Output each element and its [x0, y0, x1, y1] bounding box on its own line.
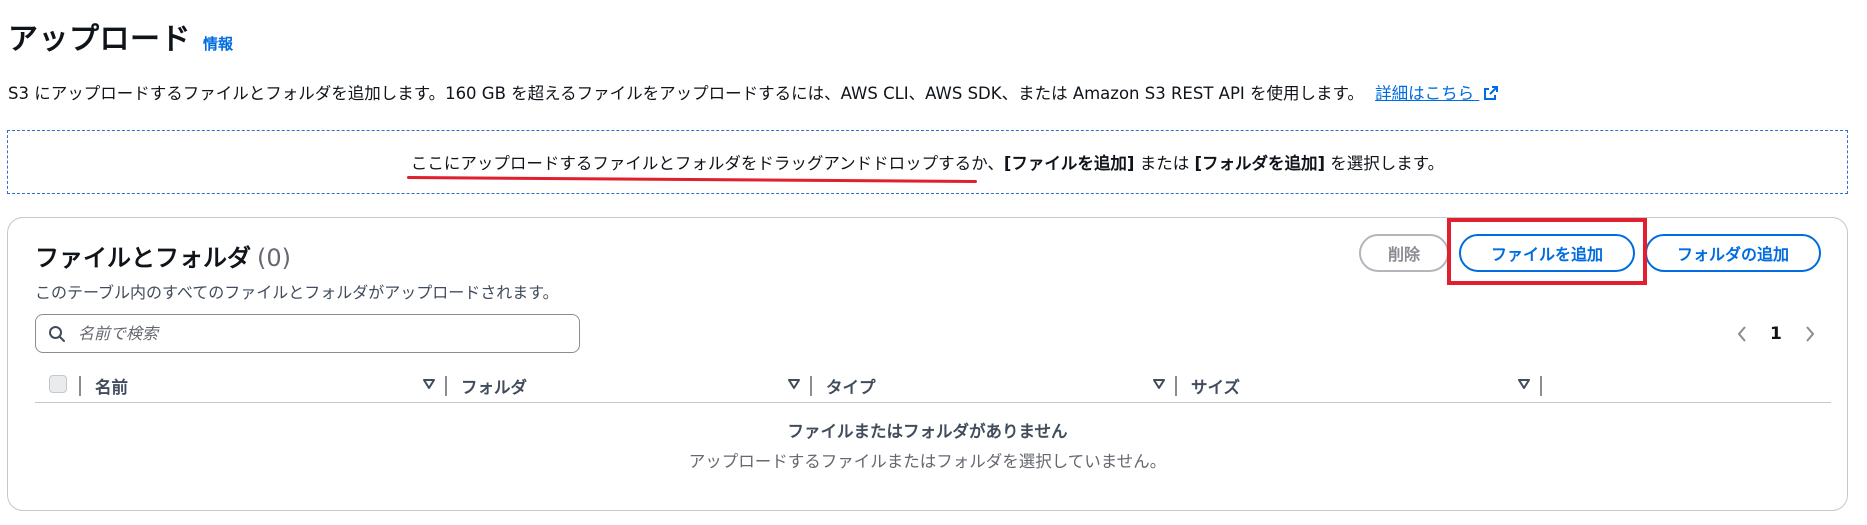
drop-zone-text-2: または — [1134, 154, 1195, 173]
panel-description: このテーブル内のすべてのファイルとフォルダがアップロードされます。 — [35, 283, 559, 302]
files-and-folders-panel: ファイルとフォルダ (0) このテーブル内のすべてのファイルとフォルダがアップロー… — [7, 217, 1848, 511]
search-input[interactable] — [76, 323, 560, 344]
external-link-icon — [1484, 86, 1499, 100]
page-header: アップロード 情報 — [8, 14, 233, 58]
sort-caret-icon[interactable] — [1517, 377, 1531, 391]
search-box[interactable] — [35, 314, 580, 353]
page-description: S3 にアップロードするファイルとフォルダを追加します。160 GB を超えるフ… — [8, 80, 1499, 104]
learn-more-label: 詳細はこちら — [1375, 84, 1475, 103]
description-text: S3 にアップロードするファイルとフォルダを追加します。160 GB を超えるフ… — [8, 84, 1364, 103]
column-header-type[interactable]: タイプ — [826, 374, 876, 398]
column-divider[interactable] — [445, 376, 447, 396]
chevron-left-icon[interactable] — [1736, 325, 1748, 343]
pagination: 1 — [1736, 316, 1816, 352]
info-link[interactable]: 情報 — [203, 33, 233, 54]
sort-caret-icon[interactable] — [422, 377, 436, 391]
drop-zone-highlighted-text: ここにアップロードするファイルとフォルダをドラッグアンドドロップする — [406, 150, 978, 183]
empty-state-title: ファイルまたはフォルダがありません — [787, 422, 1068, 441]
column-divider[interactable] — [1540, 376, 1542, 396]
red-underline-annotation — [406, 176, 978, 183]
select-all-checkbox[interactable] — [49, 375, 67, 393]
empty-state-description: アップロードするファイルまたはフォルダを選択していません。 — [688, 452, 1167, 471]
page-title: アップロード — [8, 22, 191, 57]
table-header: 名前 フォルダ タイプ サイズ — [35, 368, 1831, 403]
panel-title-text: ファイルとフォルダ — [35, 244, 251, 272]
delete-button[interactable]: 削除 — [1359, 234, 1449, 272]
column-header-size[interactable]: サイズ — [1191, 374, 1240, 398]
drop-zone-add-files-ref: [ファイルを追加] — [1003, 154, 1135, 173]
chevron-right-icon[interactable] — [1804, 325, 1816, 343]
sort-caret-icon[interactable] — [787, 377, 801, 391]
add-files-button[interactable]: ファイルを追加 — [1459, 234, 1635, 272]
file-count: (0) — [257, 244, 291, 272]
drop-zone-text-3: を選択します。 — [1325, 154, 1445, 173]
current-page-number[interactable]: 1 — [1770, 324, 1782, 344]
column-divider — [79, 376, 81, 396]
drop-zone[interactable]: ここにアップロードするファイルとフォルダをドラッグアンドドロップする か、 [フ… — [7, 130, 1848, 194]
column-header-name[interactable]: 名前 — [95, 374, 128, 398]
column-divider[interactable] — [1175, 376, 1177, 396]
drop-zone-text-1: か、 — [971, 154, 1004, 173]
sort-caret-icon[interactable] — [1152, 377, 1166, 391]
search-icon — [49, 325, 65, 342]
column-divider[interactable] — [810, 376, 812, 396]
drop-zone-instruction: ここにアップロードするファイルとフォルダをドラッグアンドドロップする — [410, 154, 972, 173]
add-folder-button[interactable]: フォルダの追加 — [1645, 234, 1821, 272]
column-header-folder[interactable]: フォルダ — [461, 374, 527, 398]
learn-more-link[interactable]: 詳細はこちら — [1375, 84, 1499, 103]
panel-title: ファイルとフォルダ (0) — [35, 238, 291, 273]
drop-zone-add-folder-ref: [フォルダを追加] — [1194, 154, 1326, 173]
